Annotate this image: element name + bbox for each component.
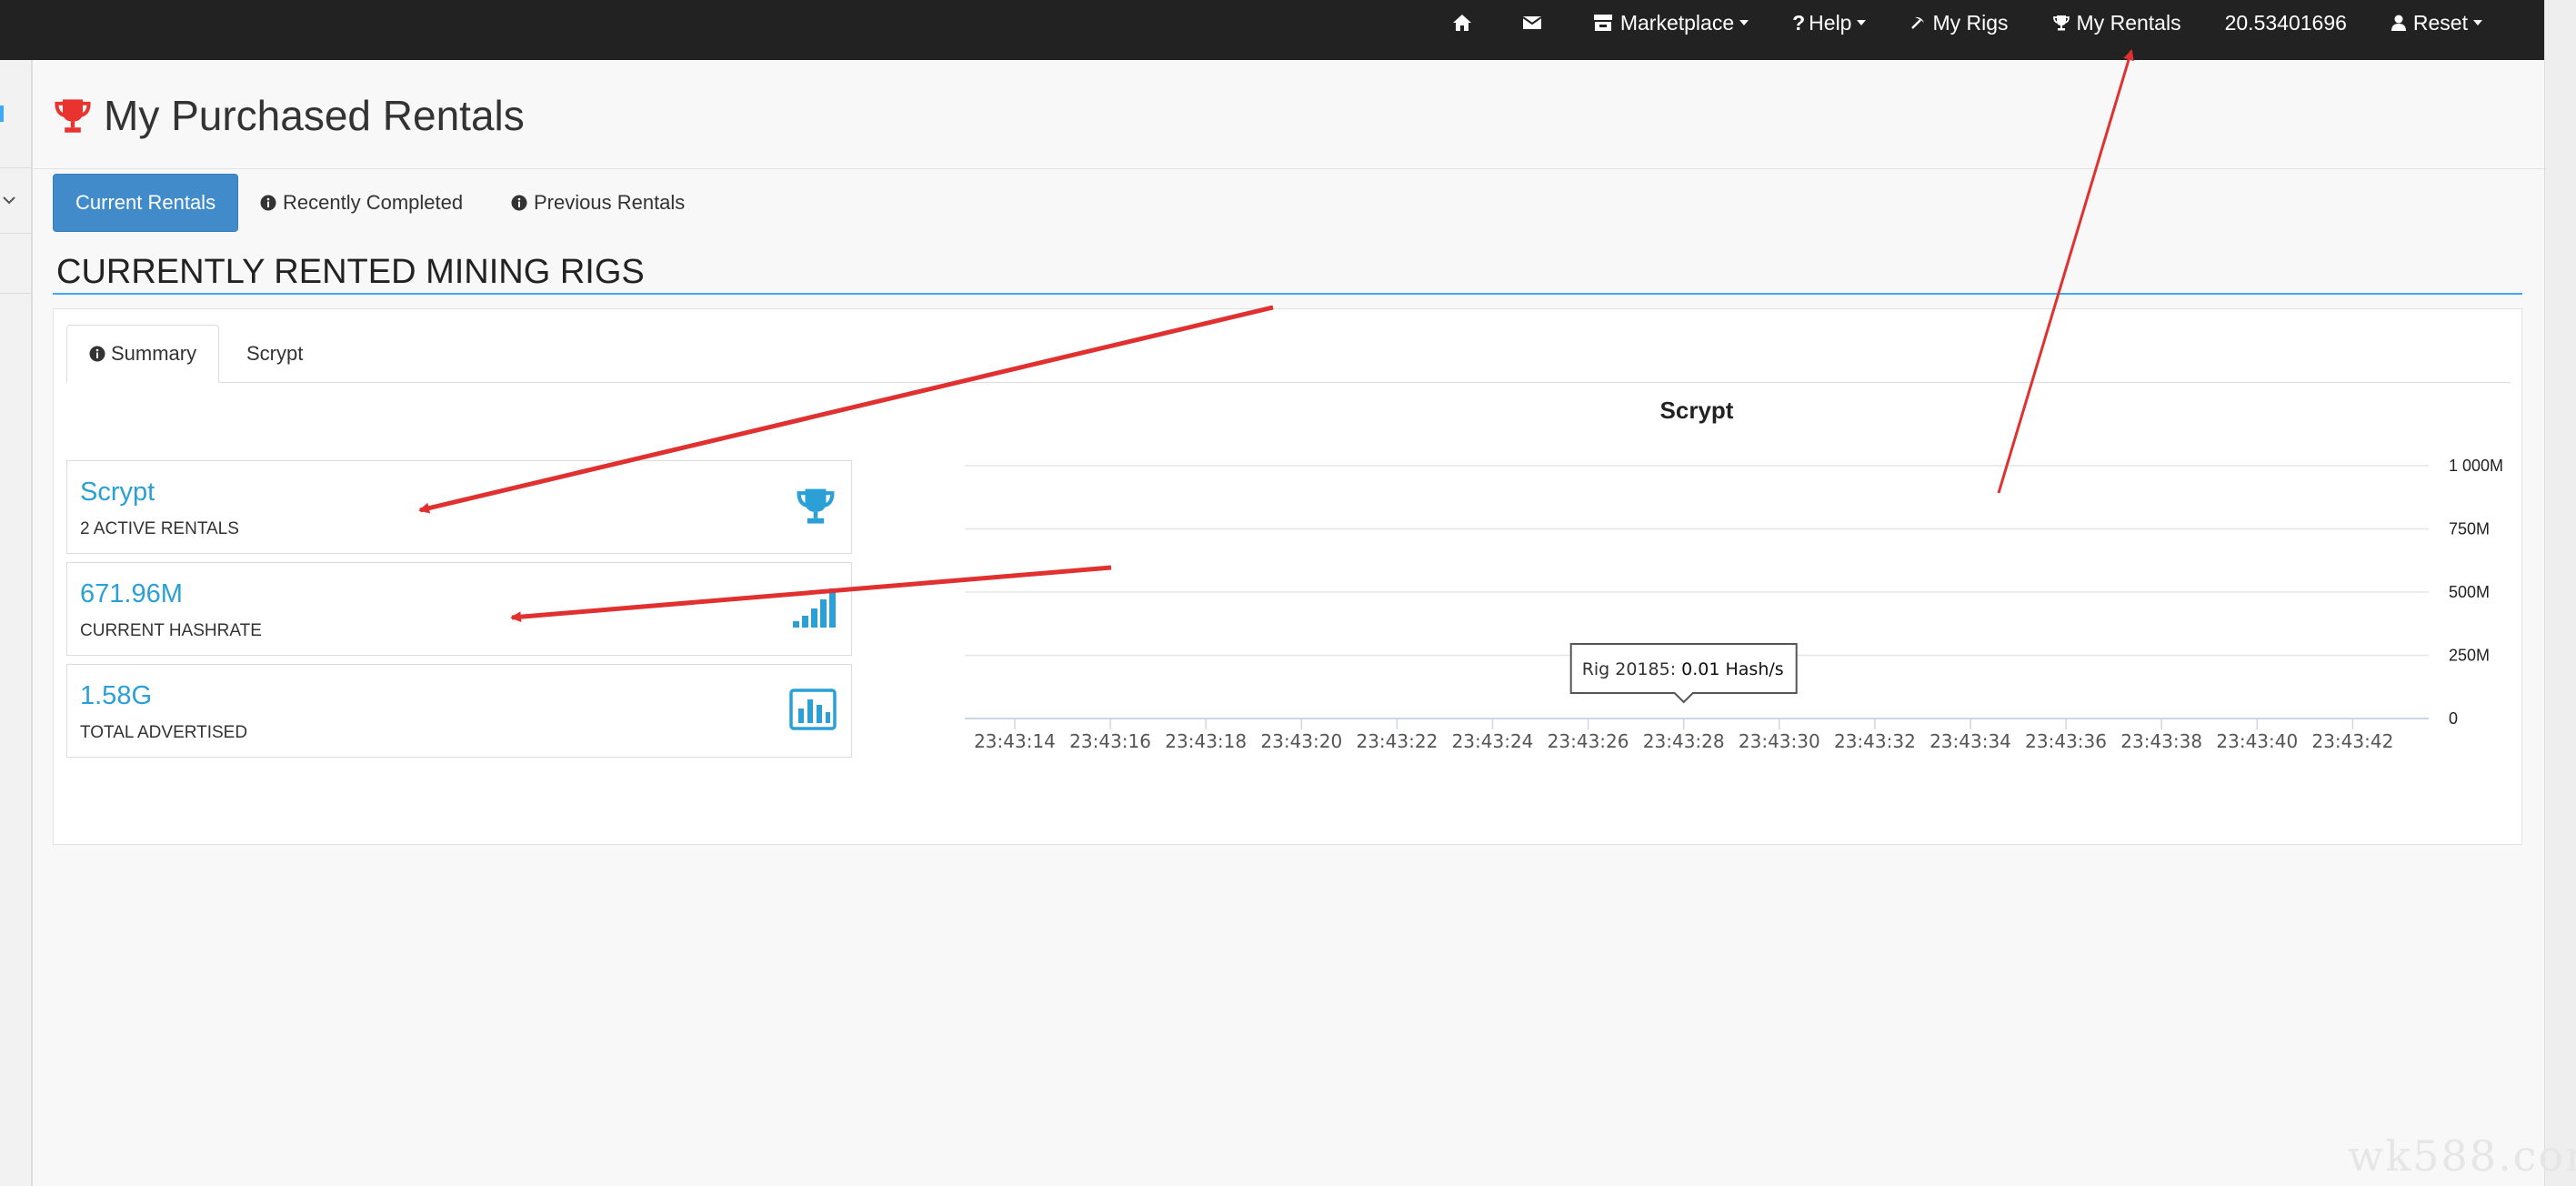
x-tick-label: 23:43:16: [1069, 730, 1151, 752]
y-tick-label: 500M: [2449, 583, 2490, 601]
x-tick-label: 23:43:36: [2025, 730, 2107, 752]
my-rigs-link[interactable]: My Rigs: [1909, 10, 2009, 35]
info-icon: [89, 346, 105, 362]
question-icon: ?: [1792, 10, 1806, 35]
info-icon: [260, 195, 276, 211]
y-tick-label: 1 000M: [2449, 457, 2503, 475]
caret-down-icon: [1857, 20, 1867, 25]
stat-card-hashrate: 671.96M CURRENT HASHRATE: [66, 562, 852, 656]
x-tick-label: 23:43:34: [1929, 730, 2011, 752]
my-rentals-link[interactable]: My Rentals: [2052, 11, 2181, 35]
rentals-panel: Summary Scrypt Scrypt 2 ACTIVE RENTALS 6…: [53, 308, 2522, 845]
tab-scrypt[interactable]: Scrypt: [246, 325, 303, 383]
trophy-icon: [797, 488, 835, 524]
tab-previous-rentals-label: Previous Rentals: [534, 191, 686, 214]
sidebar-divider: [0, 233, 31, 234]
x-tick-label: 23:43:40: [2216, 730, 2298, 752]
top-navbar: Marketplace ? Help My Rigs My Rentals 20…: [0, 0, 2544, 60]
chart-tooltip: Rig 20185: 0.01 Hash/s: [1569, 643, 1798, 704]
stat-label: 2 ACTIVE RENTALS: [80, 519, 239, 538]
balance-display[interactable]: 20.53401696: [2225, 11, 2347, 35]
y-tick-label: 750M: [2449, 520, 2490, 538]
sidebar-divider: [0, 167, 31, 168]
my-rigs-label: My Rigs: [1932, 10, 2009, 35]
messages-link[interactable]: [1522, 15, 1549, 31]
tooltip-text: Rig 20185: 0.01 Hash/s: [1582, 659, 1784, 679]
envelope-icon: [1522, 16, 1542, 29]
tab-summary[interactable]: Summary: [66, 325, 220, 383]
x-tick-label: 23:43:22: [1356, 730, 1438, 752]
x-tick-label: 23:43:18: [1165, 730, 1247, 752]
stat-value[interactable]: Scrypt: [80, 477, 155, 508]
tab-scrypt-label: Scrypt: [246, 342, 304, 365]
store-icon: [1593, 15, 1612, 31]
title-divider: [33, 168, 2544, 169]
signal-bars-icon: [793, 588, 836, 628]
my-rentals-label: My Rentals: [2076, 10, 2181, 35]
trophy-icon: [2052, 15, 2070, 31]
sidebar-active-marker: [0, 106, 4, 122]
nav-menu: Marketplace ? Help My Rigs My Rentals 20…: [1408, 0, 2482, 45]
stat-card-algorithm: Scrypt 2 ACTIVE RENTALS: [66, 460, 852, 554]
x-tick-label: 23:43:26: [1548, 730, 1629, 752]
section-underline: [53, 293, 2522, 295]
help-menu[interactable]: ? Help: [1792, 10, 1867, 35]
y-tick-label: 0: [2449, 709, 2458, 728]
bar-chart-icon: [789, 688, 837, 730]
stat-label: CURRENT HASHRATE: [80, 621, 262, 640]
y-tick-label: 250M: [2449, 647, 2490, 665]
help-label: Help: [1809, 10, 1852, 35]
tab-recently-completed[interactable]: Recently Completed: [260, 174, 463, 232]
stat-value: 1.58G: [80, 681, 152, 710]
x-tick-label: 23:43:42: [2311, 730, 2393, 752]
sidebar-divider: [0, 293, 31, 294]
stat-card-advertised: 1.58G TOTAL ADVERTISED: [66, 664, 852, 758]
caret-down-icon: [1739, 20, 1749, 25]
chevron-down-icon[interactable]: [2, 195, 16, 206]
scrollbar[interactable]: [2544, 0, 2576, 1186]
trophy-icon: [55, 99, 91, 133]
info-icon: [511, 195, 527, 211]
x-tick-label: 23:43:32: [1834, 730, 1916, 752]
tab-summary-label: Summary: [111, 342, 197, 365]
stat-label: TOTAL ADVERTISED: [80, 723, 248, 742]
page-title: My Purchased Rentals: [53, 91, 525, 140]
account-label: Reset: [2412, 10, 2468, 35]
home-icon: [1452, 15, 1471, 31]
x-tick-label: 23:43:28: [1643, 730, 1725, 752]
x-tick-label: 23:43:38: [2120, 730, 2202, 752]
tab-current-rentals[interactable]: Current Rentals: [53, 174, 239, 232]
left-sidebar: [0, 60, 33, 1186]
tab-current-rentals-label: Current Rentals: [75, 191, 216, 214]
tab-previous-rentals[interactable]: Previous Rentals: [511, 174, 685, 232]
pickaxe-icon: [1911, 16, 1925, 29]
x-tick-label: 23:43:14: [974, 730, 1056, 752]
tooltip-series: Rig 20185:: [1582, 659, 1681, 679]
chart-title: Scrypt: [1660, 397, 1734, 424]
caret-down-icon: [2473, 20, 2482, 25]
x-tick-label: 23:43:20: [1260, 730, 1342, 752]
tooltip-value: 0.01 Hash/s: [1681, 659, 1784, 679]
user-icon: [2391, 15, 2406, 31]
page-title-text: My Purchased Rentals: [104, 92, 525, 139]
marketplace-label: Marketplace: [1619, 10, 1735, 35]
hashrate-chart[interactable]: Scrypt 0 250M 500M 750M 1 000M 23:43:14 23:43:1…: [872, 364, 2509, 819]
section-heading: CURRENTLY RENTED MINING RIGS: [56, 253, 645, 291]
x-tick-label: 23:43:30: [1739, 730, 1820, 752]
stat-value: 671.96M: [80, 579, 183, 608]
watermark-text: wk588.com: [2348, 1131, 2576, 1181]
home-link[interactable]: [1452, 14, 1478, 32]
tab-recently-completed-label: Recently Completed: [283, 191, 464, 214]
x-tick-label: 23:43:24: [1452, 730, 1534, 752]
marketplace-menu[interactable]: Marketplace: [1592, 11, 1749, 35]
account-menu[interactable]: Reset: [2391, 11, 2482, 35]
